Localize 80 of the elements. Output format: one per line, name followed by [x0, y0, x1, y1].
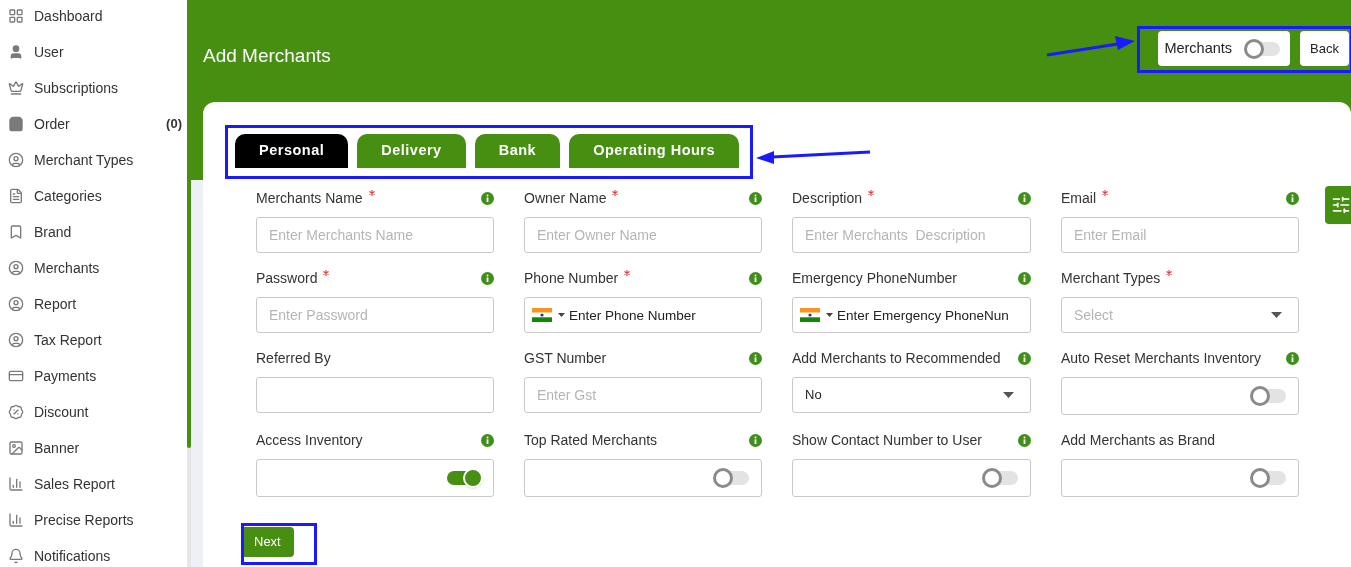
- user-icon: [8, 44, 24, 60]
- phone-field[interactable]: Enter Emergency PhoneNun: [792, 297, 1031, 333]
- field-label: Auto Reset Merchants Inventory: [1061, 348, 1261, 368]
- tab[interactable]: Personal: [235, 134, 349, 168]
- sidebar-item[interactable]: Merchant Types: [0, 142, 187, 178]
- sidebar-item[interactable]: Brand: [0, 214, 187, 250]
- sidebar-item[interactable]: Sales Report: [0, 466, 187, 502]
- settings-icon: [1331, 195, 1351, 215]
- user-circle-icon: [8, 152, 24, 168]
- sidebar-item[interactable]: Report: [0, 286, 187, 322]
- field-label: Add Merchants as Brand: [1061, 430, 1216, 450]
- field-label: Email: [1061, 188, 1096, 208]
- user-circle-icon: [8, 332, 24, 348]
- tab[interactable]: Delivery: [357, 134, 466, 168]
- caret-icon: [558, 313, 565, 317]
- item-count: (0): [166, 115, 182, 134]
- scrollbar[interactable]: [187, 0, 191, 567]
- sidebar-item[interactable]: Merchants: [0, 250, 187, 286]
- caret-icon: [1003, 392, 1014, 398]
- crown-icon: [8, 80, 24, 96]
- field-label: Access Inventory: [256, 430, 363, 450]
- sidebar-item[interactable]: Discount: [0, 394, 187, 430]
- field-label: Description: [792, 188, 863, 208]
- sidebar-item[interactable]: Subscriptions: [0, 70, 187, 106]
- bookmark-icon: [8, 224, 24, 240]
- sidebar-item[interactable]: Categories: [0, 178, 187, 214]
- toggle-switch[interactable]: [713, 468, 751, 488]
- field-label: Emergency PhoneNumber: [792, 268, 957, 288]
- toggle-switch[interactable]: [445, 468, 483, 488]
- field-label: Owner Name: [524, 188, 607, 208]
- percent-icon: [8, 404, 24, 420]
- sidebar-item[interactable]: Order (0): [0, 106, 187, 142]
- toggle-switch[interactable]: [982, 468, 1020, 488]
- toggle-label: Merchants: [1164, 38, 1233, 58]
- sidebar-item[interactable]: Tax Report: [0, 322, 187, 358]
- sidebar-item[interactable]: Precise Reports: [0, 502, 187, 538]
- user-circle-icon: [8, 260, 24, 276]
- input-field[interactable]: Enter Owner Name: [524, 217, 762, 253]
- document-icon: [8, 188, 24, 204]
- flag-icon: [532, 308, 552, 322]
- caret-icon: [826, 313, 833, 317]
- field-label: Add Merchants to Recommended: [792, 348, 1001, 368]
- flag-icon: [800, 308, 820, 322]
- toggle-switch[interactable]: [1250, 386, 1288, 406]
- field-label: Show Contact Number to User: [792, 430, 982, 450]
- image-icon: [8, 440, 24, 456]
- chart-icon: [8, 512, 24, 528]
- settings-button[interactable]: [1325, 186, 1351, 224]
- input-field[interactable]: [256, 377, 494, 413]
- field-label: Referred By: [256, 348, 331, 368]
- input-field[interactable]: Enter Password: [256, 297, 494, 333]
- sidebar-item[interactable]: User: [0, 34, 187, 70]
- tab[interactable]: Bank: [474, 134, 561, 168]
- sidebar-item[interactable]: Payments: [0, 358, 187, 394]
- card-icon: [8, 368, 24, 384]
- next-button[interactable]: Next: [241, 527, 294, 557]
- sidebar-item[interactable]: Notifications: [0, 538, 187, 567]
- select-field[interactable]: No: [792, 377, 1031, 413]
- tab[interactable]: Operating Hours: [569, 134, 740, 168]
- grid-icon: [8, 8, 24, 24]
- page-title: Add Merchants: [203, 44, 331, 68]
- field-label: Phone Number: [524, 268, 619, 288]
- phone-field[interactable]: Enter Phone Number: [524, 297, 762, 333]
- caret-icon: [1271, 312, 1282, 318]
- chart-icon: [8, 476, 24, 492]
- toggle-switch[interactable]: [1250, 468, 1288, 488]
- bell-icon: [8, 548, 24, 564]
- field-label: GST Number: [524, 348, 607, 368]
- sidebar-item[interactable]: Dashboard: [0, 0, 187, 34]
- field-label: Top Rated Merchants: [524, 430, 658, 450]
- input-field[interactable]: Enter Merchants Name: [256, 217, 494, 253]
- user-circle-icon: [8, 296, 24, 312]
- input-field[interactable]: Enter Gst: [524, 377, 762, 413]
- input-field[interactable]: Enter Merchants Description: [792, 217, 1031, 253]
- field-label: Merchants Name: [256, 188, 363, 208]
- back-button[interactable]: Back: [1300, 31, 1349, 66]
- input-field[interactable]: Enter Email: [1061, 217, 1299, 253]
- field-label: Password: [256, 268, 318, 288]
- sidebar-item[interactable]: Banner: [0, 430, 187, 466]
- field-label: Merchant Types: [1061, 268, 1161, 288]
